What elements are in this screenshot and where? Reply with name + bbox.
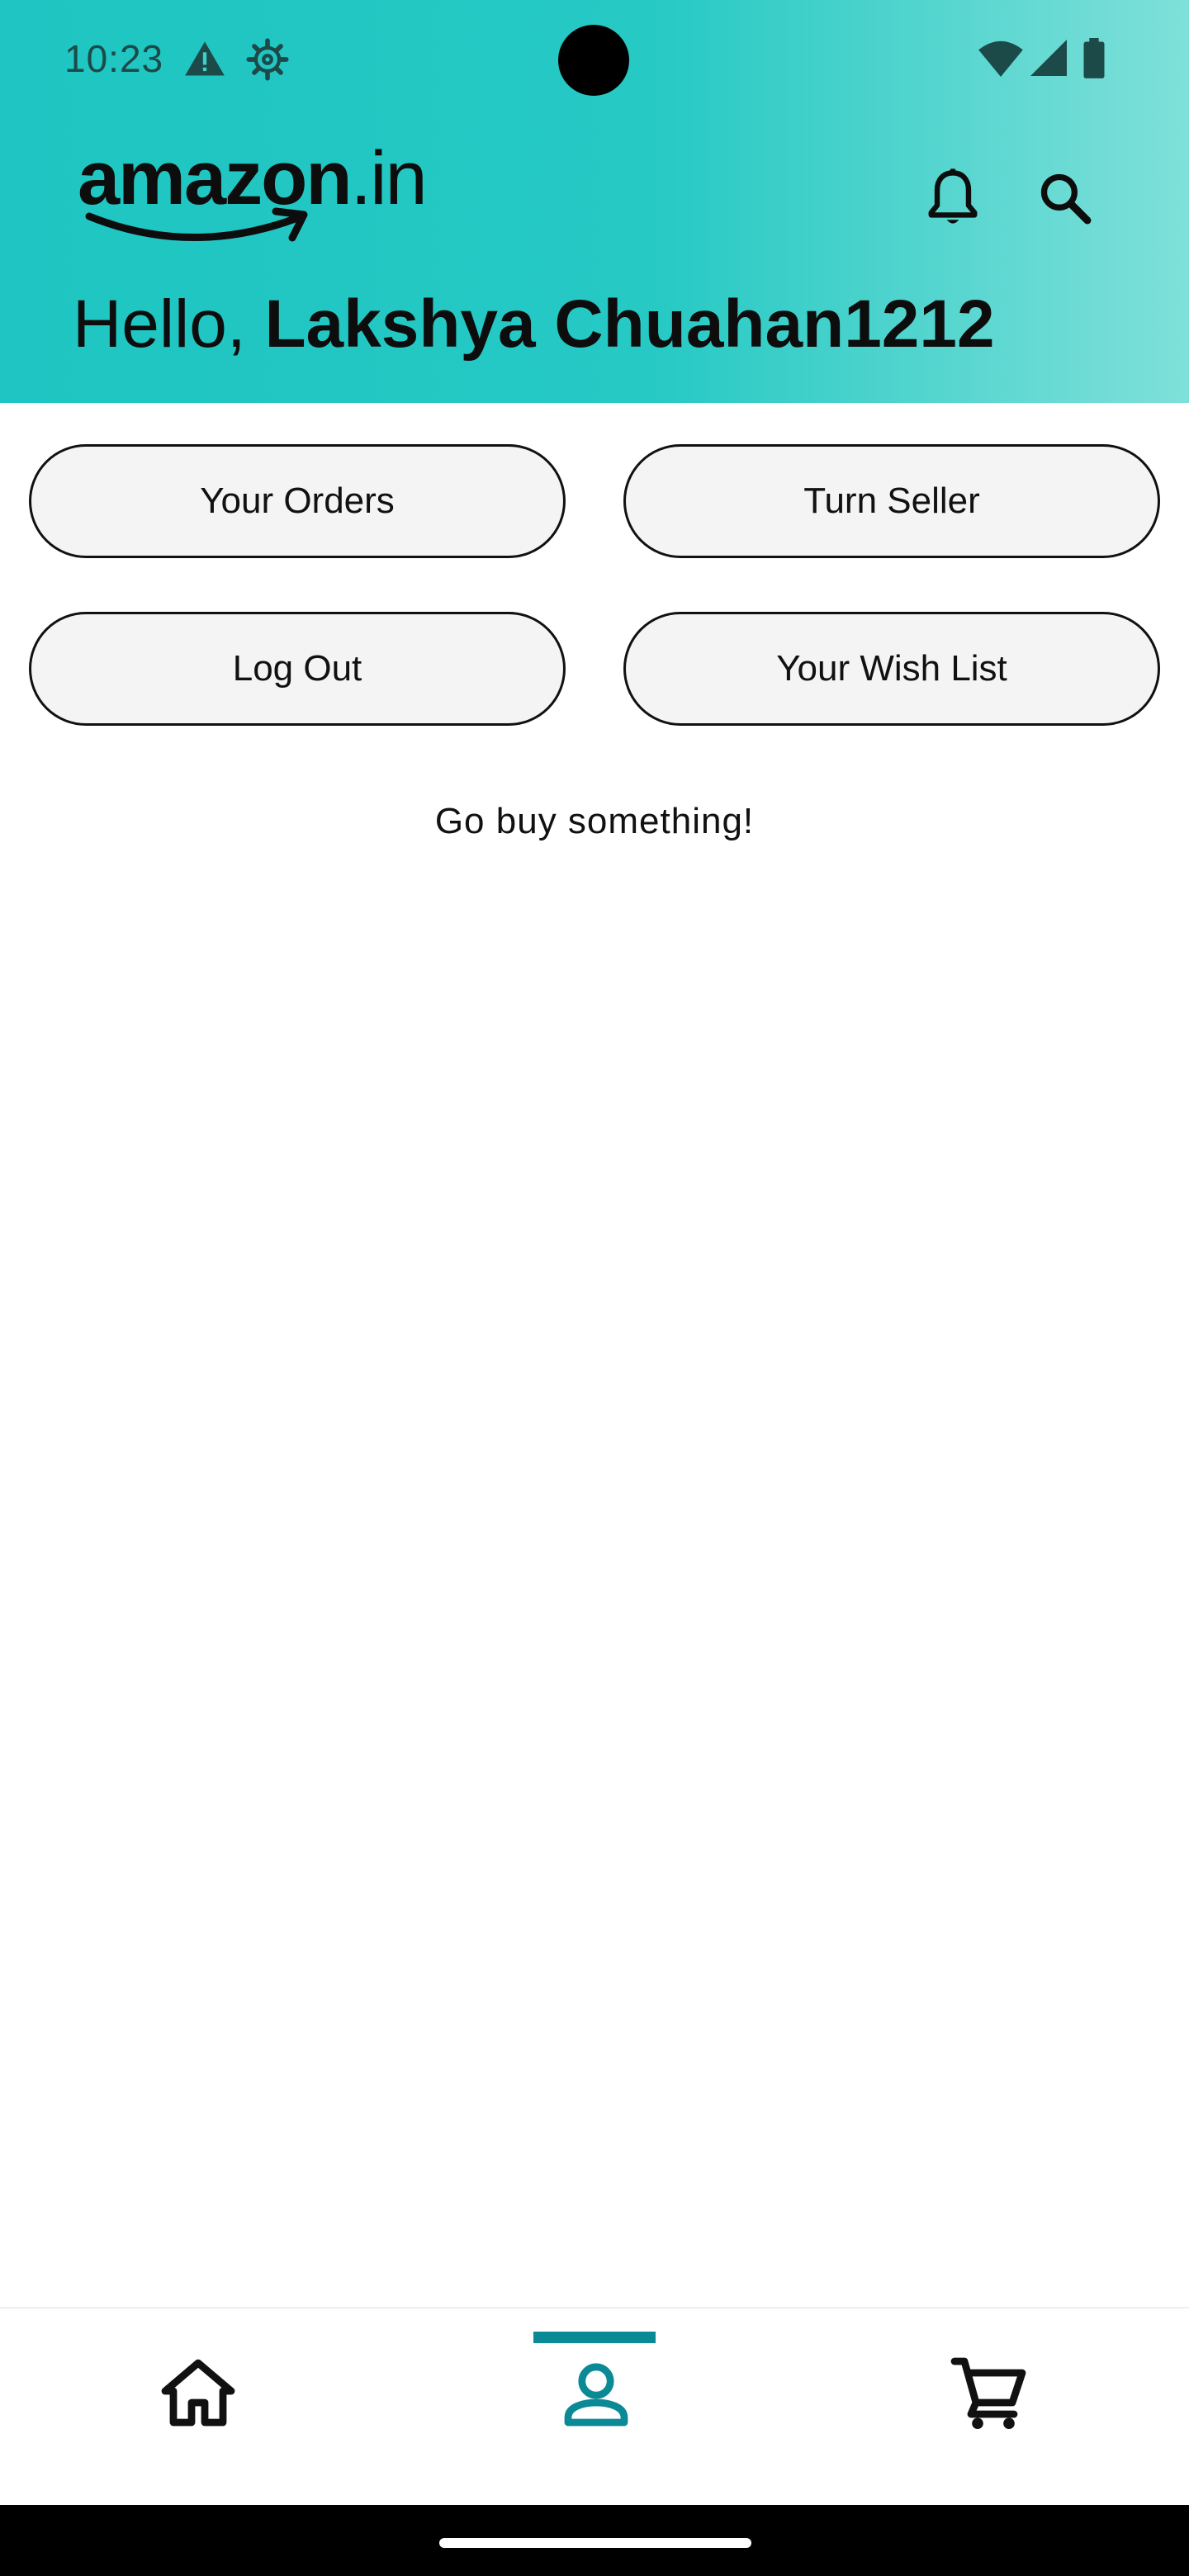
status-bar: 10:23 [0,0,1189,121]
turn-seller-button[interactable]: Turn Seller [623,444,1160,558]
cart-icon [950,2357,1026,2429]
orders-empty-message: Go buy something! [434,801,755,841]
battery-icon [1082,38,1110,81]
home-gesture-handle[interactable] [439,2538,751,2548]
nav-home[interactable] [0,2308,396,2507]
notifications-bell-icon[interactable] [920,165,986,231]
camera-cutout [558,25,629,96]
wish-list-button[interactable]: Your Wish List [623,612,1160,726]
app-header: 10:23 amazon.in Hello, Lakshya Chuahan12… [0,0,1189,403]
status-time: 10:23 [64,37,164,80]
log-out-button[interactable]: Log Out [29,612,566,726]
nav-selected-indicator [533,2332,656,2343]
account-icon [564,2363,628,2427]
logo-suffix-text: .in [350,136,428,220]
your-orders-button[interactable]: Your Orders [29,444,566,558]
wifi-icon [978,38,1023,81]
search-icon[interactable] [1032,165,1098,231]
system-gesture-bar [0,2505,1189,2576]
home-icon [161,2359,235,2427]
greeting-prefix: Hello, [73,286,265,362]
greeting-username: Lakshya Chuahan1212 [264,286,995,362]
logo-smile-icon [85,207,308,242]
settings-gear-icon [246,38,289,81]
cellular-signal-icon [1029,38,1072,81]
warning-icon [183,38,226,81]
bottom-navigation [0,2307,1189,2505]
nav-cart[interactable] [793,2308,1189,2507]
greeting-text: Hello, Lakshya Chuahan1212 [73,291,995,358]
amazon-logo: amazon.in [78,140,428,248]
